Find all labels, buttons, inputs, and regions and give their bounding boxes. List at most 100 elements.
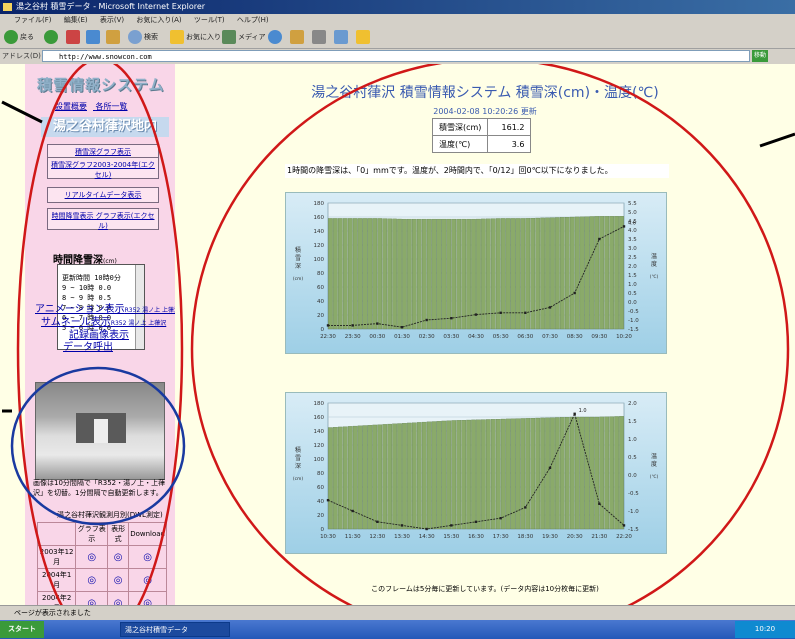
- table-link[interactable]: ◎: [107, 568, 130, 592]
- temperature-point: [351, 324, 354, 327]
- snow-depth-bar: [451, 218, 457, 330]
- snow-depth-bar: [362, 218, 368, 330]
- snow-depth-bar: [466, 419, 471, 530]
- snow-depth-bar: [495, 419, 501, 530]
- table-row: 温度(℃) 3.6: [431, 135, 532, 153]
- snow-depth-bar: [584, 416, 590, 530]
- home-icon[interactable]: [106, 30, 120, 44]
- download-link[interactable]: ◎: [128, 568, 167, 592]
- snow-depth-bar: [372, 424, 378, 530]
- y2-tick-label: 1.5: [628, 419, 637, 425]
- snow-depth-bar: [476, 419, 481, 530]
- snow-depth-bar: [402, 423, 407, 530]
- snow-depth-bar: [347, 426, 353, 530]
- search-button-label[interactable]: 検索: [144, 30, 158, 44]
- stop-icon[interactable]: [66, 30, 80, 44]
- graph-link[interactable]: ◎: [75, 568, 109, 592]
- realtime-data-button[interactable]: リアルタイムデータ表示: [47, 187, 159, 203]
- temperature-point: [474, 313, 478, 316]
- x-tick-label: 10:30: [320, 534, 336, 540]
- table-link[interactable]: ◎: [107, 545, 130, 569]
- back-button-label[interactable]: 戻る: [20, 30, 34, 44]
- menu-view[interactable]: 表示(V): [100, 16, 124, 24]
- menu-favorites[interactable]: お気に入り(A): [136, 16, 181, 24]
- taskbar-window-button[interactable]: 湯之谷村積雪データ: [120, 622, 230, 637]
- y-tick-label: 160: [314, 215, 325, 221]
- temperature-point: [499, 517, 502, 520]
- address-input[interactable]: http://www.snowcon.com: [42, 50, 750, 62]
- table-header-graph: グラフ表示: [75, 522, 109, 546]
- temperature-point: [622, 225, 626, 228]
- snow-graph-excel-button[interactable]: 積雪深グラフ2003-2004年(エクセル): [47, 157, 159, 179]
- snow-depth-bar: [614, 216, 619, 330]
- folder-icon[interactable]: [356, 30, 370, 44]
- list-item: 更新時間 10時0分: [62, 274, 121, 282]
- media-icon[interactable]: [222, 30, 236, 44]
- refresh-icon[interactable]: [86, 30, 100, 44]
- graph-link[interactable]: ◎: [75, 545, 109, 569]
- data-retrieve-link[interactable]: データ呼出: [63, 338, 113, 353]
- temperature-annotation: 4.6: [628, 220, 636, 226]
- x-tick-label: 18:30: [517, 534, 533, 540]
- temperature-point: [450, 524, 453, 527]
- start-button[interactable]: スタート: [0, 621, 44, 638]
- x-tick-label: 11:30: [345, 534, 361, 540]
- snow-depth-bar: [604, 216, 610, 330]
- mail-icon[interactable]: [290, 30, 304, 44]
- camera-image-pole: [94, 419, 108, 443]
- x-tick-label: 13:30: [394, 534, 410, 540]
- snow-depth-bar: [604, 416, 610, 530]
- snow-depth-bar: [530, 218, 536, 330]
- snow-depth-bar: [328, 427, 333, 530]
- x-tick-label: 09:30: [591, 334, 607, 340]
- media-button-label[interactable]: メディア: [238, 30, 266, 44]
- hourly-snow-graph-button[interactable]: 時間降雪表示 グラフ表示(エクセル): [47, 208, 159, 230]
- link-site-list[interactable]: 各所一覧: [96, 102, 128, 111]
- y2-tick-label: 0.0: [628, 473, 637, 479]
- y-axis-unit: (cm): [293, 276, 304, 282]
- forward-arrow-icon[interactable]: [44, 30, 58, 44]
- y-axis-label-char: 深: [295, 462, 301, 470]
- download-link[interactable]: ◎: [128, 545, 167, 569]
- menu-tools[interactable]: ツール(T): [194, 16, 225, 24]
- y2-tick-label: 1.0: [628, 282, 637, 288]
- back-arrow-icon[interactable]: [4, 30, 18, 44]
- print-icon[interactable]: [312, 30, 326, 44]
- history-icon[interactable]: [268, 30, 282, 44]
- search-icon[interactable]: [128, 30, 142, 44]
- snow-depth-bar: [569, 216, 575, 330]
- snow-depth-bar: [377, 424, 383, 530]
- menu-edit[interactable]: 編集(E): [64, 16, 88, 24]
- snow-depth-bar: [599, 216, 605, 330]
- y-axis-label-char: 深: [295, 262, 301, 270]
- snow-depth-bar: [594, 216, 600, 330]
- snow-depth-bar: [505, 418, 511, 530]
- updated-timestamp: 2004-02-08 10:20:26 更新: [433, 107, 537, 116]
- y2-tick-label: 0.5: [628, 455, 637, 461]
- menu-file[interactable]: ファイル(F): [14, 16, 52, 24]
- window-title: 湯之谷村 積雪データ - Microsoft Internet Explorer: [16, 2, 206, 11]
- y2-tick-label: 1.0: [628, 437, 637, 443]
- image-note: 画像は10分間隔で「R352・湯ノ上・上葎沢」を切替。1分間隔で自動更新します。: [33, 479, 166, 497]
- snow-depth-bar: [397, 218, 402, 330]
- go-button[interactable]: 移動: [752, 50, 768, 62]
- snow-depth-bar: [402, 218, 407, 330]
- menu-help[interactable]: ヘルプ(H): [237, 16, 269, 24]
- link-overview[interactable]: 設置概要: [55, 102, 87, 111]
- favorites-button-label[interactable]: お気に入り: [186, 30, 221, 44]
- x-tick-label: 03:30: [443, 334, 459, 340]
- snow-depth-bar: [416, 422, 422, 530]
- y-tick-label: 100: [314, 457, 325, 463]
- y-tick-label: 20: [317, 313, 324, 319]
- favorites-star-icon[interactable]: [170, 30, 184, 44]
- snow-depth-bar: [550, 217, 555, 330]
- temperature-point: [573, 291, 576, 295]
- y-tick-label: 180: [314, 401, 325, 407]
- snow-depth-bar: [333, 218, 338, 330]
- edit-icon[interactable]: [334, 30, 348, 44]
- temperature-annotation: 1.0: [579, 408, 587, 414]
- y2-tick-label: 0.5: [628, 291, 637, 297]
- snow-depth-bar: [392, 423, 397, 530]
- x-tick-label: 22:20: [616, 534, 632, 540]
- snow-depth-bar: [426, 218, 432, 330]
